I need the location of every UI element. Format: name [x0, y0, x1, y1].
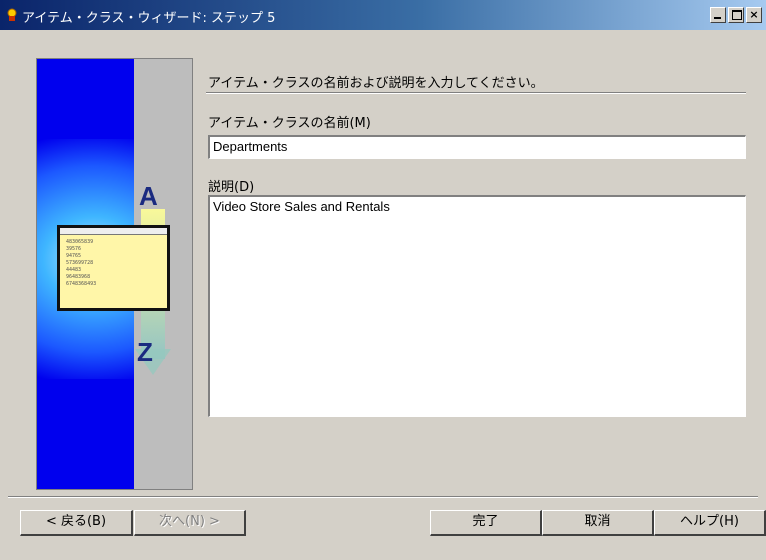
card-line: 573699728	[66, 260, 94, 266]
name-label: アイテム・クラスの名前(M)	[208, 116, 371, 131]
letter-a: A	[139, 181, 158, 211]
card-line: 6748368493	[66, 281, 97, 287]
card-line: 44483	[66, 267, 82, 273]
wizard-app-icon	[7, 8, 17, 21]
card-header	[60, 228, 167, 235]
wizard-window: アイテム・クラス・ウィザード: ステップ 5 × A Z 483065839 3…	[0, 0, 766, 560]
footer-divider	[8, 496, 758, 498]
instruction-text: アイテム・クラスの名前および説明を入力してください。	[208, 76, 544, 91]
card-line: 94765	[66, 253, 82, 259]
finish-button[interactable]: 完了	[430, 510, 542, 536]
cancel-button[interactable]: 取消	[542, 510, 654, 536]
description-label: 説明(D)	[208, 180, 255, 195]
data-card-image: 483065839 39576 94765 573699728 44483 96…	[57, 225, 170, 311]
help-button[interactable]: ヘルプ(H)	[654, 510, 766, 536]
wizard-illustration: A Z 483065839 39576 94765 573699728 4448…	[36, 58, 193, 490]
back-button[interactable]: < 戻る(B)	[20, 510, 133, 536]
next-button[interactable]: 次へ(N) >	[134, 510, 246, 536]
card-line: 39576	[66, 246, 82, 252]
letter-z: Z	[137, 337, 153, 367]
close-button[interactable]: ×	[746, 7, 762, 23]
description-textarea[interactable]: Video Store Sales and Rentals	[208, 195, 746, 417]
name-input[interactable]: Departments	[208, 135, 746, 159]
minimize-button[interactable]	[710, 7, 726, 23]
close-icon: ×	[749, 8, 759, 21]
card-line: 96483968	[66, 274, 91, 280]
maximize-button[interactable]	[728, 7, 744, 23]
card-line: 483065839	[66, 239, 94, 245]
title-bar[interactable]: アイテム・クラス・ウィザード: ステップ 5 ×	[0, 0, 766, 30]
heading-divider	[206, 92, 746, 94]
window-title: アイテム・クラス・ウィザード: ステップ 5	[22, 11, 276, 26]
